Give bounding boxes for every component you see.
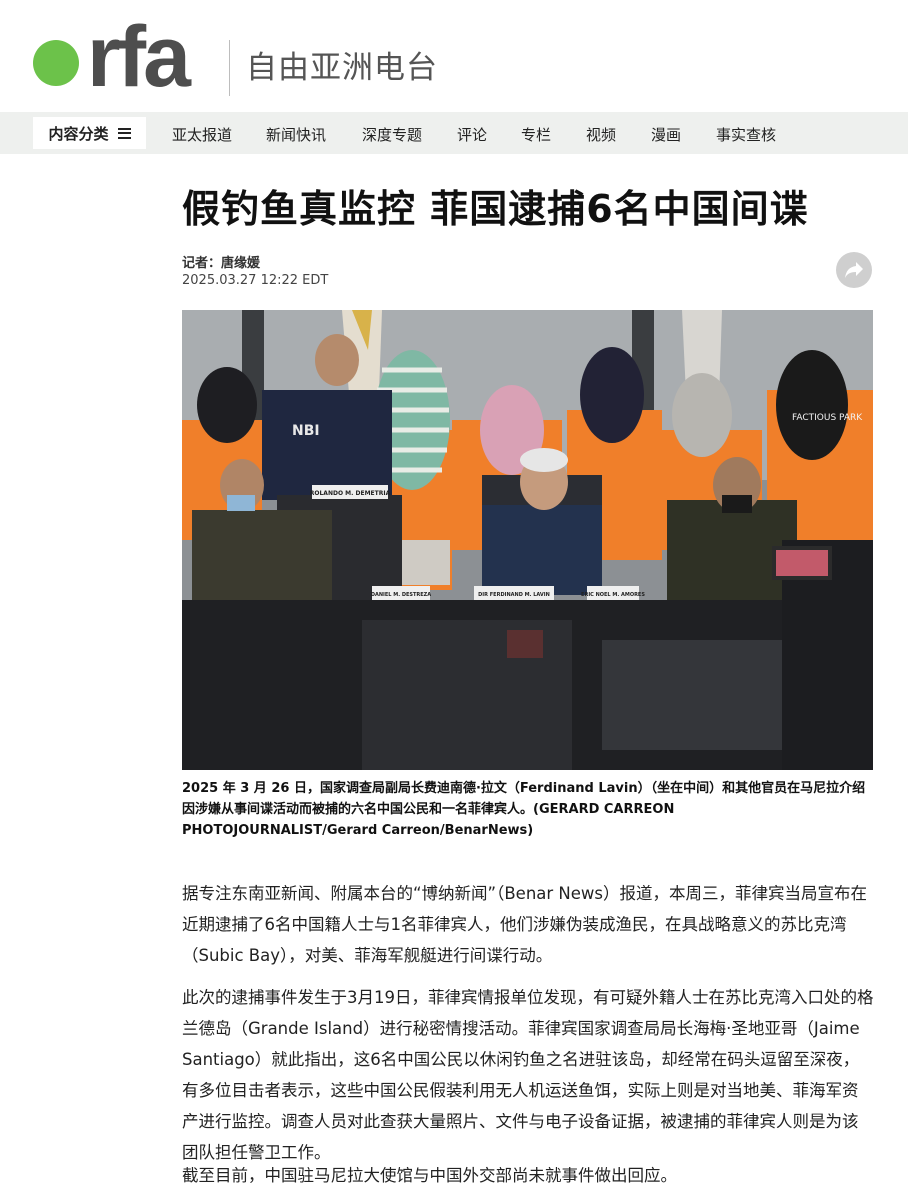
- shirt-text: FACTIOUS PARK: [792, 413, 863, 423]
- site-header: rfa 自由亚洲电台: [0, 0, 908, 112]
- logo-dot-icon: [33, 40, 79, 86]
- author-label: 记者：: [182, 256, 222, 271]
- name-plate-left: DANIEL M. DESTREZA: [371, 592, 431, 598]
- podium-name-plate: ROLANDO M. DEMETRIA: [310, 490, 391, 497]
- article-title: 假钓鱼真监控 菲国逮捕6名中国间谍: [182, 187, 809, 231]
- logo-text: rfa: [87, 9, 191, 105]
- main-nav: 内容分类 亚太报道 新闻快讯 深度专题 评论 专栏 视频 漫画 事实查核: [0, 112, 908, 154]
- nav-item-comics[interactable]: 漫画: [651, 124, 681, 145]
- name-plate-center: DIR FERDINAND M. LAVIN: [478, 592, 550, 598]
- nav-item-columns[interactable]: 专栏: [521, 124, 551, 145]
- article-photo[interactable]: FACTIOUS PARK NBI ROLANDO M. DEMETRIA DA…: [182, 310, 873, 770]
- share-button[interactable]: [836, 252, 872, 288]
- name-plate-right: ERIC NOEL M. AMORES: [581, 592, 645, 598]
- rfa-logo[interactable]: rfa: [33, 9, 191, 105]
- share-arrow-icon: [845, 262, 863, 278]
- author-name: 唐缘媛: [221, 256, 261, 271]
- article-paragraph: 此次的逮捕事件发生于3月19日，菲律宾情报单位发现，有可疑外籍人士在苏比克湾入口…: [182, 988, 874, 1162]
- publish-date: 2025.03.27 12:22 EDT: [182, 273, 329, 288]
- byline: 记者：唐缘媛: [182, 252, 260, 271]
- logo-station-name: 自由亚洲电台: [246, 50, 438, 86]
- article-paragraph: 据专注东南亚新闻、附属本台的“博纳新闻”（Benar News）报道，本周三，菲…: [182, 884, 867, 965]
- nav-item-features[interactable]: 深度专题: [362, 124, 422, 145]
- nav-item-video[interactable]: 视频: [586, 124, 616, 145]
- logo-divider: [229, 40, 230, 96]
- nav-item-news-flash[interactable]: 新闻快讯: [266, 124, 326, 145]
- hamburger-icon: [117, 127, 131, 139]
- nav-item-commentary[interactable]: 评论: [457, 124, 487, 145]
- jacket-text: NBI: [292, 423, 320, 439]
- photo-caption: 2025 年 3 月 26 日，国家调查局副局长费迪南德·拉文（Ferdinan…: [182, 781, 866, 838]
- press-conference-illustration: FACTIOUS PARK NBI ROLANDO M. DEMETRIA DA…: [182, 310, 873, 770]
- nav-item-asia-pacific[interactable]: 亚太报道: [172, 124, 232, 145]
- category-menu-button[interactable]: 内容分类: [33, 117, 146, 149]
- nav-item-fact-check[interactable]: 事实查核: [716, 124, 776, 145]
- article-paragraph: 截至目前，中国驻马尼拉大使馆与中国外交部尚未就事件做出回应。: [182, 1166, 677, 1185]
- category-menu-label: 内容分类: [48, 124, 109, 143]
